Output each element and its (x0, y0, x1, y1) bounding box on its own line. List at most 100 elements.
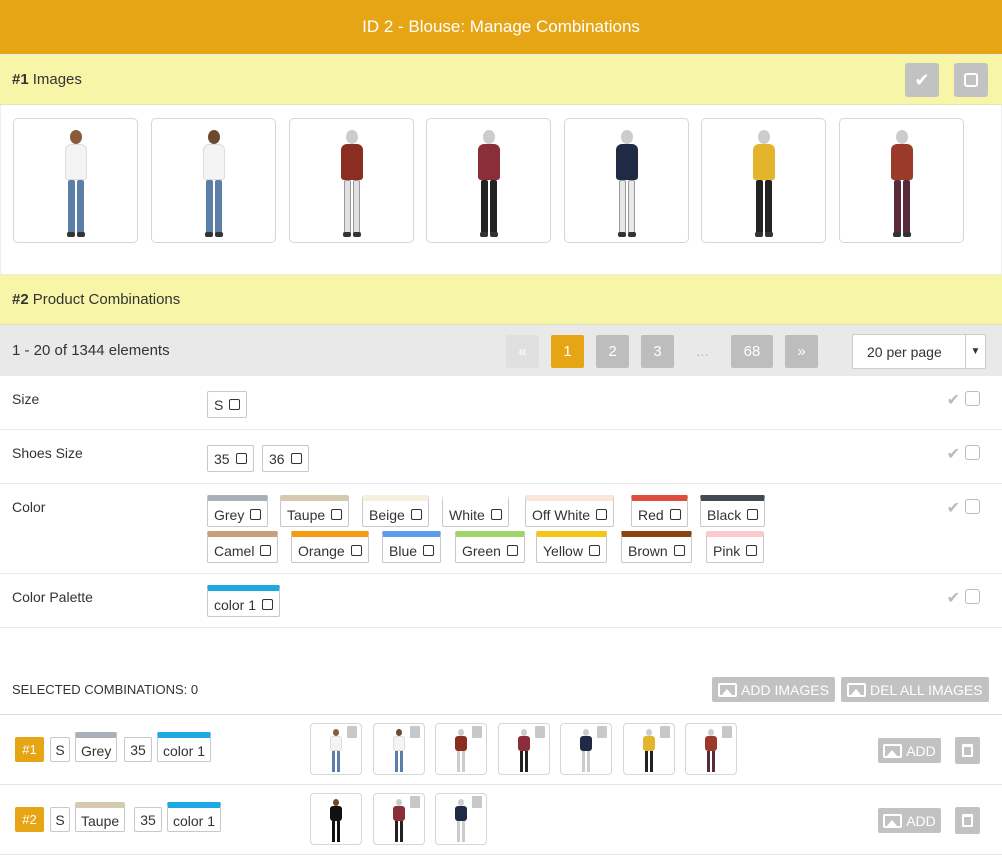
trash-icon[interactable] (347, 726, 357, 738)
trash-icon[interactable] (535, 726, 545, 738)
combinations-section-number: #2 (12, 291, 29, 308)
combination-number: #2 (15, 807, 44, 832)
combination-number: #1 (15, 737, 44, 762)
images-section-number: #1 (12, 71, 29, 88)
select-all-checkbox[interactable] (965, 589, 980, 604)
color-chip-red[interactable]: Red (631, 495, 688, 527)
page-2-button[interactable]: 2 (596, 335, 629, 368)
combo-size: S (50, 737, 70, 762)
pagination-count: 1 - 20 of 1344 elements (12, 342, 170, 359)
image-icon (883, 813, 903, 828)
color-chip-taupe[interactable]: Taupe (280, 495, 350, 527)
combo-image[interactable] (435, 793, 487, 845)
combo-image[interactable] (310, 793, 362, 845)
add-image-button[interactable]: ADD (878, 738, 941, 763)
product-image-3[interactable] (289, 118, 414, 243)
page-title: ID 2 - Blouse: Manage Combinations (362, 17, 640, 36)
add-image-button[interactable]: ADD (878, 808, 941, 833)
color-chip-orange[interactable]: Orange (291, 531, 369, 563)
combo-palette: color 1 (167, 802, 222, 832)
color-chip-brown[interactable]: Brown (621, 531, 692, 563)
color-chip-green[interactable]: Green (455, 531, 525, 563)
color-chip-camel[interactable]: Camel (207, 531, 279, 563)
per-page-value: 20 per page (867, 343, 942, 360)
color-chip-beige[interactable]: Beige (362, 495, 429, 527)
combo-color: Taupe (75, 802, 126, 832)
chevron-down-icon: ▼ (965, 335, 985, 368)
check-icon[interactable]: ✔ (947, 498, 960, 518)
next-page-button[interactable]: » (785, 335, 818, 368)
images-section-label: Images (32, 71, 82, 88)
color-chip-blue[interactable]: Blue (382, 531, 442, 563)
product-image-1[interactable] (13, 118, 138, 243)
combo-color: Grey (75, 732, 118, 762)
combo-shoe-size: 35 (134, 807, 162, 832)
combo-image[interactable] (623, 723, 675, 775)
combinations-section-label: Product Combinations (32, 291, 181, 308)
color-chip-white[interactable]: White (442, 495, 509, 527)
trash-icon[interactable] (472, 796, 482, 808)
trash-icon[interactable] (597, 726, 607, 738)
combo-image[interactable] (435, 723, 487, 775)
trash-icon[interactable] (660, 726, 670, 738)
attribute-row-color: Color Grey Taupe Beige White Off White R… (0, 484, 1002, 574)
image-icon (847, 682, 866, 697)
page-3-button[interactable]: 3 (641, 335, 674, 368)
attribute-row-shoes-size: Shoes Size 35 36 ✔ (0, 430, 1002, 484)
combo-image[interactable] (498, 723, 550, 775)
first-page-button[interactable]: « (506, 335, 539, 368)
trash-icon[interactable] (410, 796, 420, 808)
images-section-header: #1 Images ✔ (0, 54, 1002, 105)
deselect-all-images-button[interactable] (954, 63, 988, 97)
pagination-ellipsis: ... (696, 343, 709, 360)
color-chip-color-1[interactable]: color 1 (207, 585, 281, 617)
attr-value-s[interactable]: S (207, 391, 248, 418)
pagination: « 1 2 3 ... 68 » (506, 335, 818, 368)
per-page-select[interactable]: 20 per page ▼ (852, 334, 986, 369)
attribute-name: Size (12, 391, 40, 407)
check-icon[interactable]: ✔ (947, 588, 960, 608)
combo-image[interactable] (560, 723, 612, 775)
product-image-7[interactable] (839, 118, 964, 243)
combo-image[interactable] (310, 723, 362, 775)
check-icon[interactable]: ✔ (947, 390, 960, 410)
color-chip-yellow[interactable]: Yellow (536, 531, 607, 563)
attribute-row-size: Size S ✔ (0, 376, 1002, 430)
page-1-button[interactable]: 1 (551, 335, 584, 368)
trash-icon[interactable] (722, 726, 732, 738)
check-icon[interactable]: ✔ (947, 444, 960, 464)
pagination-bar: 1 - 20 of 1344 elements « 1 2 3 ... 68 »… (0, 325, 1002, 376)
delete-combination-button[interactable] (955, 737, 980, 764)
add-images-button[interactable]: ADD IMAGES (712, 677, 835, 702)
select-all-checkbox[interactable] (965, 499, 980, 514)
combo-image[interactable] (685, 723, 737, 775)
attr-value-36[interactable]: 36 (262, 445, 309, 472)
select-all-checkbox[interactable] (965, 391, 980, 406)
combo-image[interactable] (373, 793, 425, 845)
trash-icon (962, 814, 973, 827)
selected-combinations-title: SELECTED COMBINATIONS: 0 (12, 682, 199, 697)
combo-image[interactable] (373, 723, 425, 775)
attr-value-35[interactable]: 35 (207, 445, 254, 472)
trash-icon[interactable] (410, 726, 420, 738)
product-image-6[interactable] (701, 118, 826, 243)
product-image-5[interactable] (564, 118, 689, 243)
select-all-checkbox[interactable] (965, 445, 980, 460)
combination-row: #1 S Grey 35 color 1 ADD (0, 715, 1002, 785)
color-chip-off-white[interactable]: Off White (525, 495, 615, 527)
attribute-name: Color (12, 499, 46, 515)
select-all-images-button[interactable]: ✔ (905, 63, 939, 97)
del-all-images-button[interactable]: DEL ALL IMAGES (841, 677, 989, 702)
images-gallery (0, 105, 1002, 274)
product-image-2[interactable] (151, 118, 276, 243)
trash-icon[interactable] (472, 726, 482, 738)
color-chip-grey[interactable]: Grey (207, 495, 269, 527)
delete-combination-button[interactable] (955, 807, 980, 834)
color-chip-black[interactable]: Black (700, 495, 766, 527)
product-image-4[interactable] (426, 118, 551, 243)
last-page-button[interactable]: 68 (731, 335, 773, 368)
page-title-bar: ID 2 - Blouse: Manage Combinations (0, 0, 1002, 54)
image-icon (883, 743, 903, 758)
attribute-row-color-palette: Color Palette color 1 ✔ (0, 574, 1002, 628)
color-chip-pink[interactable]: Pink (706, 531, 765, 563)
